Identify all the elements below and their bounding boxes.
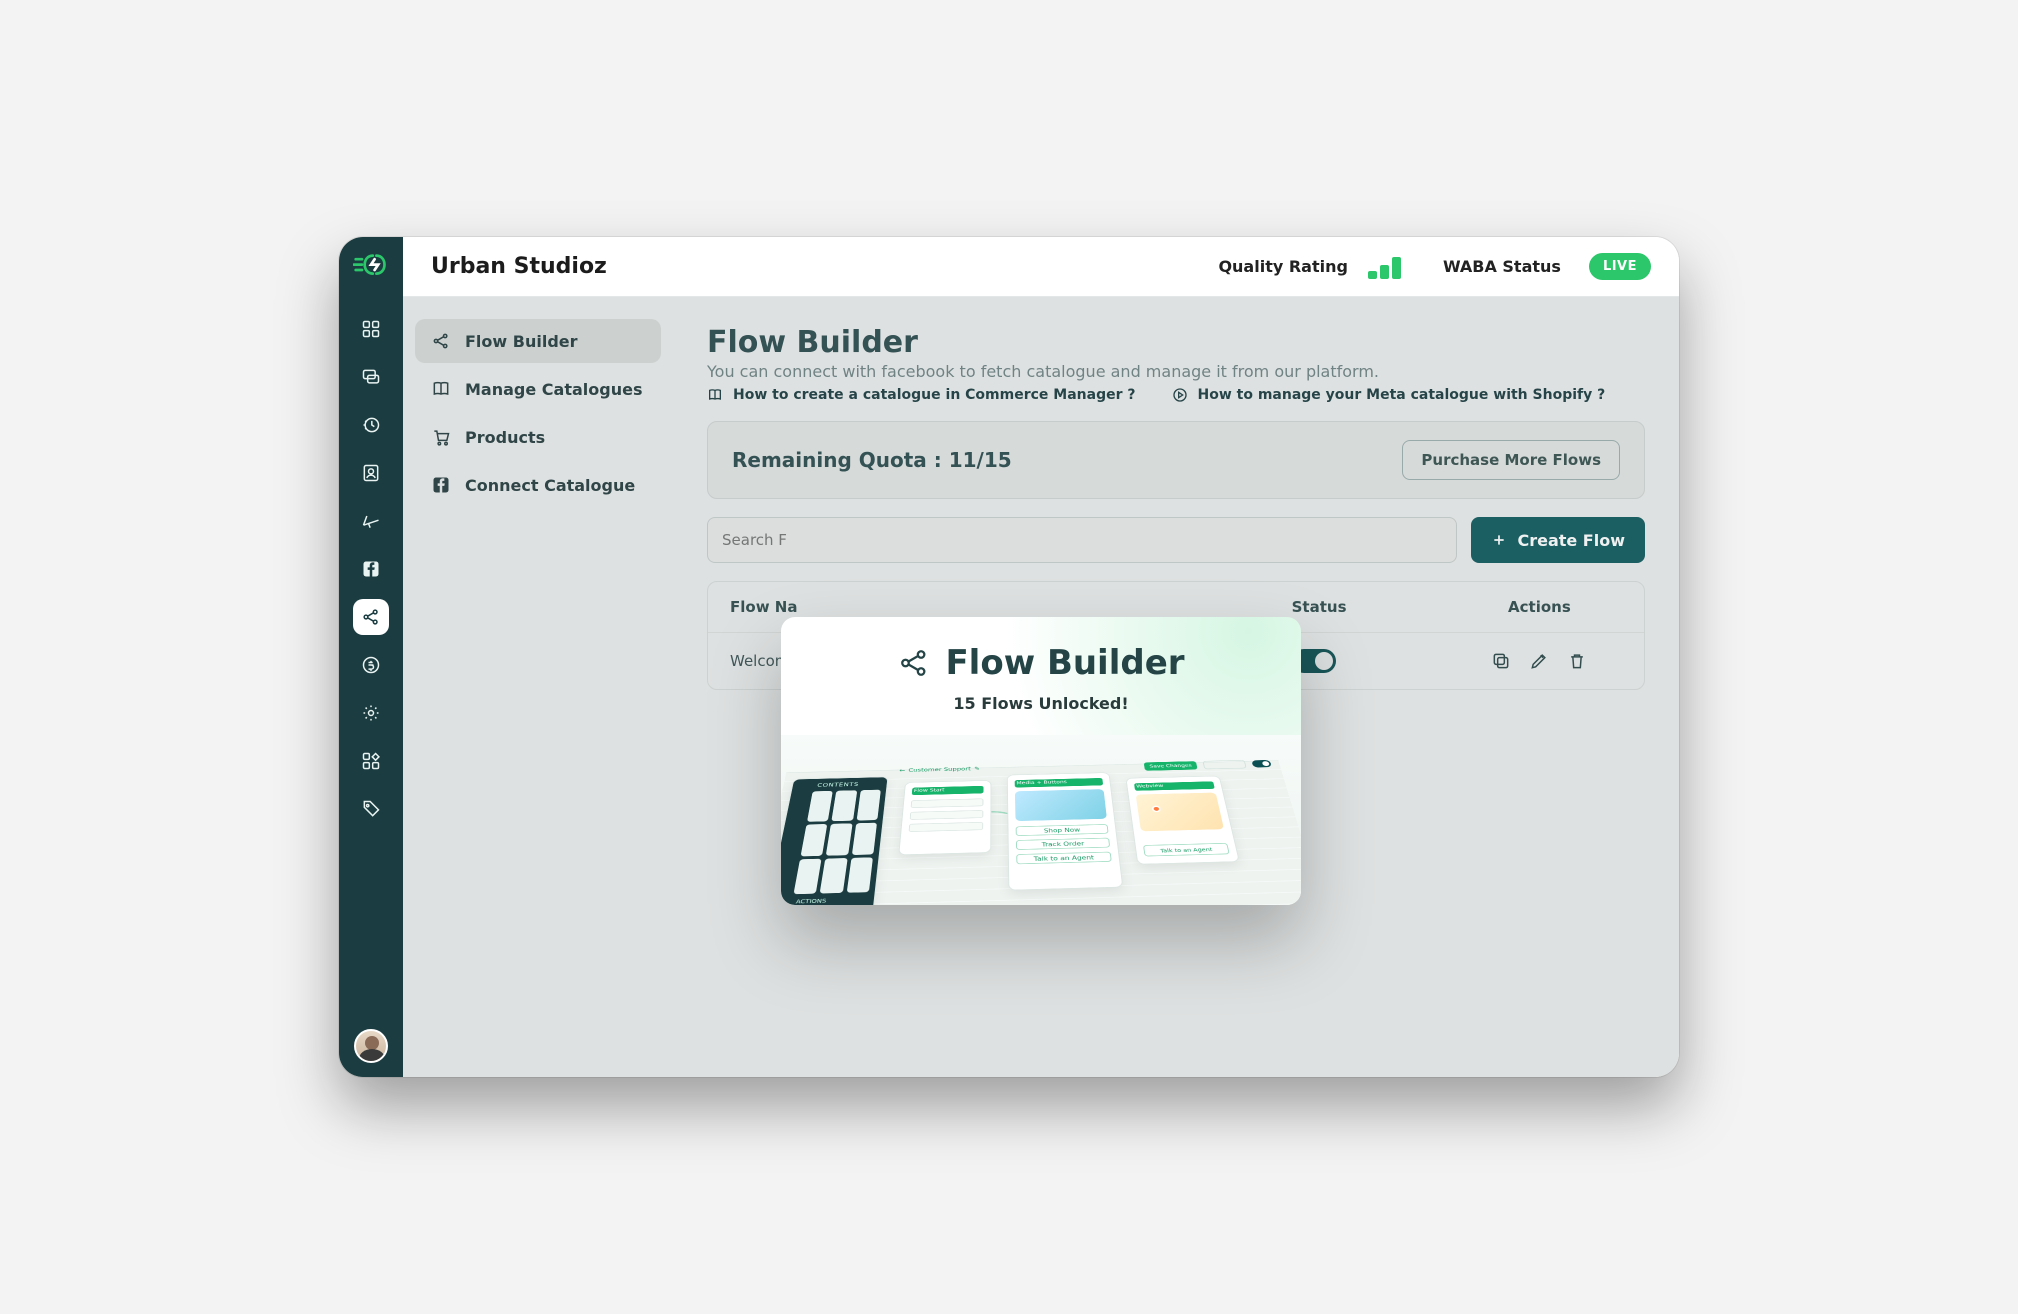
flow-icon xyxy=(897,646,931,680)
modal-title: Flow Builder xyxy=(897,643,1184,683)
quality-rating-label: Quality Rating xyxy=(1218,257,1348,276)
preview-save-chip: Save Changes xyxy=(1144,761,1198,771)
nav-apps[interactable] xyxy=(353,743,389,779)
nav-dashboard[interactable] xyxy=(353,311,389,347)
nav-settings[interactable] xyxy=(353,695,389,731)
nav-billing[interactable] xyxy=(353,647,389,683)
nav-rail xyxy=(339,237,403,1077)
waba-live-badge: LIVE xyxy=(1589,253,1651,280)
nav-tags[interactable] xyxy=(353,791,389,827)
brand-logo-icon xyxy=(353,251,389,279)
flow-builder-modal: Flow Builder 15 Flows Unlocked! ← Custom… xyxy=(781,617,1301,905)
quality-bars-icon xyxy=(1368,255,1401,279)
nav-flows[interactable] xyxy=(353,599,389,635)
preview-media-card: Media + Buttons Shop Now Track Order Tal… xyxy=(1007,772,1123,890)
nav-facebook[interactable] xyxy=(353,551,389,587)
modal-subtitle: 15 Flows Unlocked! xyxy=(801,694,1281,713)
modal-preview: ← Customer Support ✎ Save Changes xyxy=(781,735,1301,905)
nav-chat[interactable] xyxy=(353,359,389,395)
preview-sidebar: ACTIONS xyxy=(781,777,888,905)
preview-outline-chip xyxy=(1203,760,1247,769)
preview-flow-start: Flow Start xyxy=(898,780,991,855)
nav-contacts[interactable] xyxy=(353,455,389,491)
brand-name: Urban Studioz xyxy=(431,254,607,279)
nav-broadcast[interactable] xyxy=(353,503,389,539)
avatar[interactable] xyxy=(354,1029,388,1063)
nav-history[interactable] xyxy=(353,407,389,443)
preview-webview-card: Webview Talk to an Agent xyxy=(1126,776,1240,865)
header: Urban Studioz Quality Rating WABA Status… xyxy=(403,237,1679,297)
waba-status-label: WABA Status xyxy=(1443,257,1561,276)
preview-toggle xyxy=(1251,760,1272,768)
